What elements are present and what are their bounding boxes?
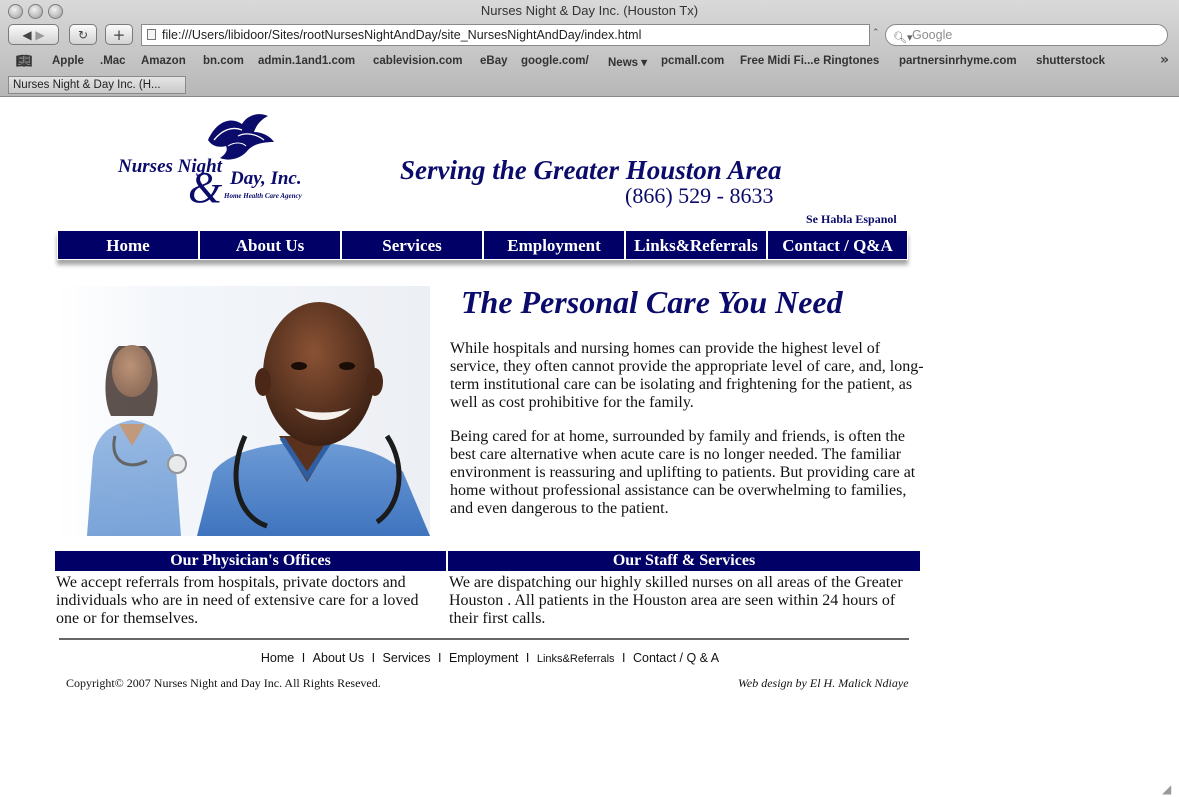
logo-ampersand: &: [188, 163, 223, 212]
nav-links-referrals[interactable]: Links&Referrals: [625, 230, 767, 260]
main-nav: Home About Us Services Employment Links&…: [57, 230, 908, 260]
footer-link-employment[interactable]: Employment: [447, 651, 520, 665]
nav-home[interactable]: Home: [57, 230, 199, 260]
logo-subtitle: Home Health Care Agency: [224, 192, 302, 200]
tab-bar: Nurses Night & Day Inc. (H...: [0, 74, 1179, 96]
search-icon: 🔍︎▾: [893, 31, 913, 44]
footer-link-about-us[interactable]: About Us: [311, 651, 366, 665]
toolbar: ◀ ▶ ↻ + file:///Users/libidoor/Sites/roo…: [0, 22, 1179, 50]
nav-employment[interactable]: Employment: [483, 230, 625, 260]
footer-link-services[interactable]: Services: [381, 651, 433, 665]
nurses-photo: [57, 286, 430, 536]
browser-tab[interactable]: Nurses Night & Day Inc. (H...: [8, 76, 186, 94]
footer-separator: I: [525, 651, 530, 665]
reload-icon: ↻: [77, 28, 89, 42]
address-stepper-icon[interactable]: ⌃: [872, 28, 880, 38]
footer-separator: I: [622, 651, 626, 665]
add-bookmark-button[interactable]: +: [105, 24, 133, 45]
bookmark-item[interactable]: shutterstock: [1036, 55, 1105, 67]
spanish-note: Se Habla Espanol: [806, 212, 897, 226]
intro-paragraph: While hospitals and nursing homes can pr…: [450, 340, 924, 411]
nav-services[interactable]: Services: [341, 230, 483, 260]
window-title: Nurses Night & Day Inc. (Houston Tx): [480, 3, 699, 18]
bookmark-item[interactable]: Free Midi Fi...e Ringtones: [740, 55, 879, 67]
bookmark-item[interactable]: partnersinrhyme.com: [899, 55, 1017, 67]
footer-link-home[interactable]: Home: [259, 651, 296, 665]
nurses-illustration: [87, 302, 430, 536]
title-bar: Nurses Night & Day Inc. (Houston Tx): [0, 0, 1179, 22]
web-design-credit: Web design by El H. Malick Ndiaye: [738, 676, 909, 690]
search-placeholder: Google: [912, 28, 953, 42]
bookmark-news-menu[interactable]: News ▾: [608, 55, 647, 69]
nav-about-us[interactable]: About Us: [199, 230, 341, 260]
phone-number: (866) 529 - 8633: [625, 183, 774, 208]
browser-chrome: Nurses Night & Day Inc. (Houston Tx) ◀ ▶…: [0, 0, 1179, 97]
staff-services-heading: Our Staff & Services: [448, 551, 920, 571]
bookmarks-bar: 📖︎ Apple .Mac Amazon bn.com admin.1and1.…: [0, 52, 1179, 72]
copyright-notice: Copyright© 2007 Nurses Night and Day Inc…: [66, 676, 381, 690]
bookmark-item[interactable]: Amazon: [141, 55, 186, 67]
file-icon: [147, 29, 156, 40]
back-arrow-icon[interactable]: ◀: [22, 28, 31, 42]
resize-grip-icon[interactable]: ◢: [1162, 782, 1171, 796]
bookmark-item[interactable]: eBay: [480, 55, 508, 67]
staff-services-text: We are dispatching our highly skilled nu…: [449, 574, 903, 627]
tagline: Serving the Greater Houston Area: [400, 155, 782, 185]
logo-text-line2: Day, Inc.: [230, 168, 302, 189]
bookmark-item[interactable]: .Mac: [100, 55, 126, 67]
plus-icon: +: [112, 26, 126, 44]
company-logo[interactable]: Nurses Night & Day, Inc. Home Health Car…: [110, 110, 310, 212]
footer-separator: I: [437, 651, 442, 665]
bookmark-item[interactable]: cablevision.com: [373, 55, 462, 67]
bookmark-item[interactable]: pcmall.com: [661, 55, 724, 67]
footer-divider: [59, 638, 909, 640]
nav-contact[interactable]: Contact / Q&A: [767, 230, 908, 260]
footer-link-contact[interactable]: Contact / Q & A: [631, 651, 721, 665]
footer-link-links-referrals[interactable]: Links&Referrals: [535, 653, 617, 665]
physicians-offices-text: We accept referrals from hospitals, priv…: [56, 574, 419, 627]
physicians-offices-heading: Our Physician's Offices: [55, 551, 446, 571]
footer-separator: I: [371, 651, 376, 665]
back-forward-buttons[interactable]: ◀ ▶: [8, 24, 59, 45]
address-bar[interactable]: file:///Users/libidoor/Sites/rootNursesN…: [141, 24, 870, 46]
bookmarks-book-icon[interactable]: 📖︎: [16, 54, 33, 69]
forward-arrow-icon[interactable]: ▶: [35, 28, 44, 42]
home-care-paragraph: Being cared for at home, surrounded by f…: [450, 428, 916, 517]
chevron-right-icon[interactable]: »: [1160, 52, 1169, 68]
search-field[interactable]: 🔍︎▾ Google: [885, 24, 1168, 46]
footer-nav: Home I About Us I Services I Employment …: [0, 651, 980, 665]
address-url: file:///Users/libidoor/Sites/rootNursesN…: [162, 28, 642, 42]
bookmark-item[interactable]: google.com/: [521, 55, 589, 67]
reload-button[interactable]: ↻: [69, 24, 97, 45]
bookmark-item[interactable]: admin.1and1.com: [258, 55, 355, 67]
bookmark-item[interactable]: Apple: [52, 55, 84, 67]
footer-separator: I: [301, 651, 306, 665]
bookmark-item[interactable]: bn.com: [203, 55, 244, 67]
page-headline: The Personal Care You Need: [461, 284, 843, 320]
